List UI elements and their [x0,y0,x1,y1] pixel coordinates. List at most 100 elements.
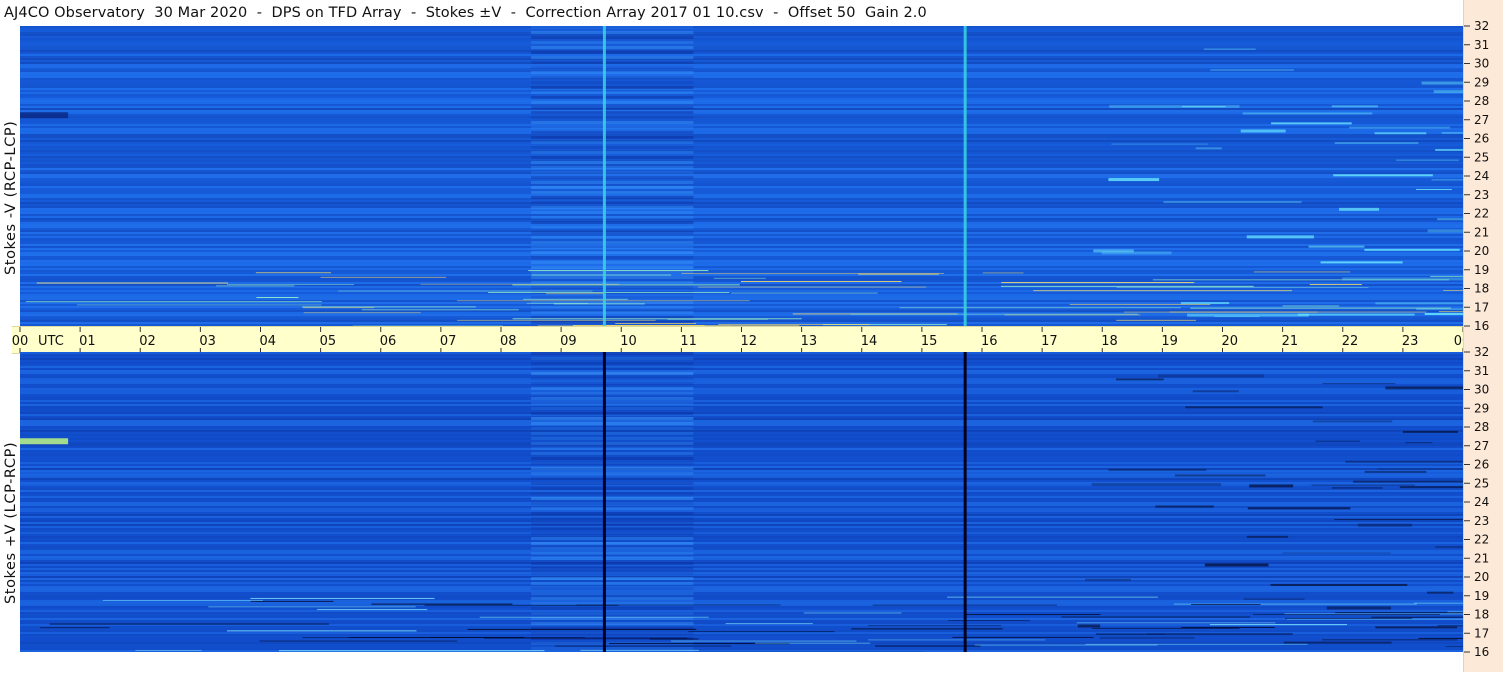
spectrogram-texture-row [20,558,1463,560]
spectrogram-blob [20,112,68,118]
spectrogram-interference [527,303,589,304]
spectrogram-texture-row [20,50,1463,52]
mhz-tick-label: 30 [1474,383,1489,397]
spectrogram-streak [1405,442,1432,443]
spectrogram-texture-row [20,208,1463,210]
spectrogram-texture-row [20,186,1463,188]
spectrogram-activity-band [531,357,693,360]
spectrogram-texture-row [20,190,1463,192]
spectrogram-activity-band [531,452,693,455]
spectrogram-interference [251,601,334,602]
spectrogram-activity-band [531,572,693,575]
spectrogram-activity-band [531,402,693,405]
spectrogram-streak [1244,599,1305,600]
spectrogram-texture-row [20,434,1463,436]
spectrogram-interference [303,307,374,308]
spectrogram-streak [1193,390,1239,392]
spectrogram-texture-row [20,592,1463,594]
spectrogram-streak [1425,313,1463,315]
spectrogram-texture-row [20,458,1463,460]
spectrogram-streak [1078,625,1100,628]
spectrogram-texture-row [20,496,1463,498]
spectrogram-activity-band [531,171,693,174]
spectrogram-activity-band [531,31,693,34]
spectrogram-interference [671,641,857,642]
spectrogram-texture-row [20,548,1463,550]
spectrogram-interference [480,617,709,618]
spectrogram-activity-band [531,106,693,109]
spectrogram-streak [1435,546,1463,548]
utc-tick-label: 19 [1161,334,1178,349]
spectrogram-texture-row [20,482,1463,484]
spectrogram-texture-row [20,140,1463,142]
spectrogram-texture-row [20,396,1463,398]
spectrogram-streak [1241,129,1286,132]
spectrogram-texture-row [20,362,1463,364]
spectrogram-interference [1001,286,1254,287]
spectrogram-interference [1153,279,1449,280]
spectrogram-texture-row [20,44,1463,46]
spectrogram-streak [1309,246,1365,248]
utc-tick-label: 04 [260,334,277,349]
spectrogram-interference [1092,628,1240,629]
spectrogram-interference [947,597,1158,598]
spectrogram-texture-row [20,552,1463,554]
spectrogram-streak [1205,563,1269,566]
spectrogram-texture-row [20,240,1463,242]
spectrogram-texture-row [20,228,1463,230]
spectrogram-streak [1327,606,1391,609]
spectrogram-activity-band [531,86,693,89]
spectrogram-interference [532,275,671,276]
spectrogram-interference [1191,604,1260,605]
spectrogram-vertical-line [603,26,606,326]
spectrogram-activity-band [531,527,693,530]
spectrogram-interference [317,609,427,610]
spectrogram-interference [1438,625,1463,626]
spectrogram-texture-row [20,628,1463,630]
spectrogram-texture-row [20,556,1463,558]
spectrogram-texture-row [20,110,1463,112]
spectrogram-texture-row [20,106,1463,108]
spectrogram-interference [1282,305,1339,306]
spectrogram-activity-band [531,377,693,380]
spectrogram-texture-row [20,512,1463,514]
spectrogram-texture-row [20,76,1463,78]
spectrogram-activity-band [531,156,693,159]
spectrogram-texture-row [20,536,1463,538]
spectrogram-texture-row [20,428,1463,430]
spectrogram-texture-row [20,102,1463,104]
spectrogram-interference [50,624,329,625]
spectrogram-activity-band [531,261,693,264]
spectrogram-texture-row [20,122,1463,124]
spectrogram-activity-band [531,226,693,229]
spectrogram-activity-band [531,497,693,500]
spectrogram-interference [952,637,1093,638]
spectrogram-texture-row [20,498,1463,500]
spectrogram-texture-row [20,492,1463,494]
bottom-strip [20,652,1463,672]
spectrogram-texture-row [20,64,1463,66]
spectrogram-texture-row [20,92,1463,94]
spectrogram-texture-row [20,356,1463,358]
spectrogram-texture-row [20,388,1463,390]
top-panel-ylabel: Stokes -V (RCP-LCP) [3,121,19,275]
spectrogram-texture-row [20,392,1463,394]
spectrogram-texture-row [20,302,1463,304]
spectrogram-vertical-line [964,352,967,652]
spectrogram-activity-band [531,607,693,610]
spectrogram-texture-row [20,446,1463,448]
spectrogram-streak [1108,178,1159,181]
mhz-tick-label: 29 [1474,401,1489,415]
mhz-tick-label: 30 [1474,57,1489,71]
spectrogram-texture-row [20,98,1463,100]
spectrogram-texture-row [20,646,1463,648]
spectrogram-texture-row [20,402,1463,404]
spectrogram-activity-band [531,121,693,124]
spectrogram-activity-band [531,251,693,254]
spectrogram-interference [468,629,697,630]
spectrogram-texture-row [20,246,1463,248]
spectrogram-texture-row [20,224,1463,226]
spectrogram-texture-row [20,594,1463,596]
spectrogram-activity-band [531,412,693,415]
utc-axis-label: UTC [38,334,64,349]
